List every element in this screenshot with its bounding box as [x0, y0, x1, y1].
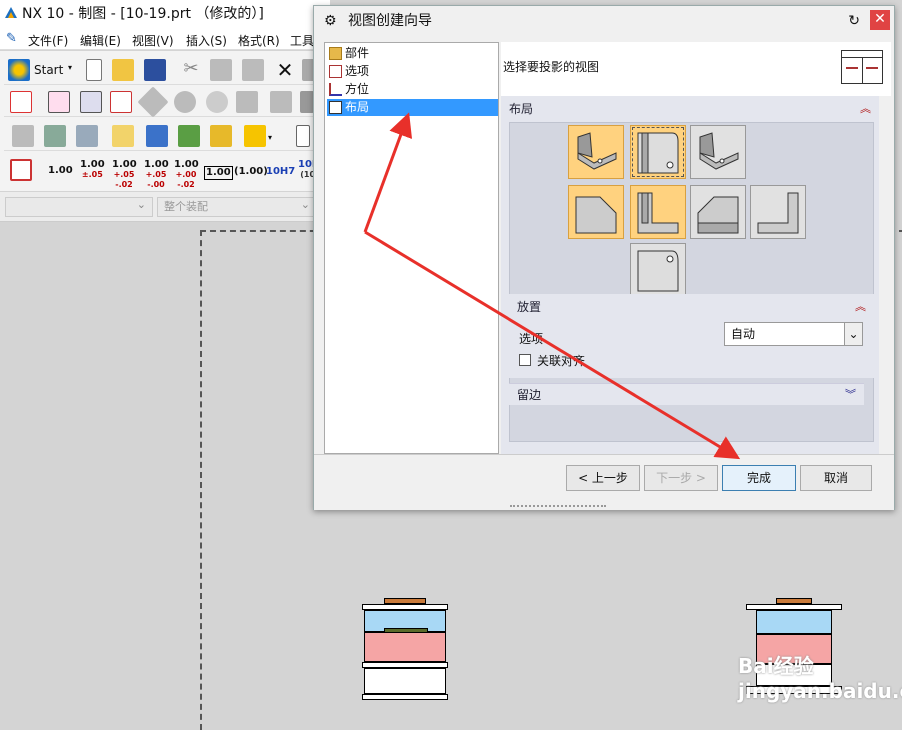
arrow-to-finish-button — [364, 230, 741, 460]
watermark: Bai经验 jingyan.baidu.com — [738, 650, 902, 710]
arrow-to-layout-node — [363, 112, 413, 233]
annotation-arrows — [363, 112, 741, 460]
